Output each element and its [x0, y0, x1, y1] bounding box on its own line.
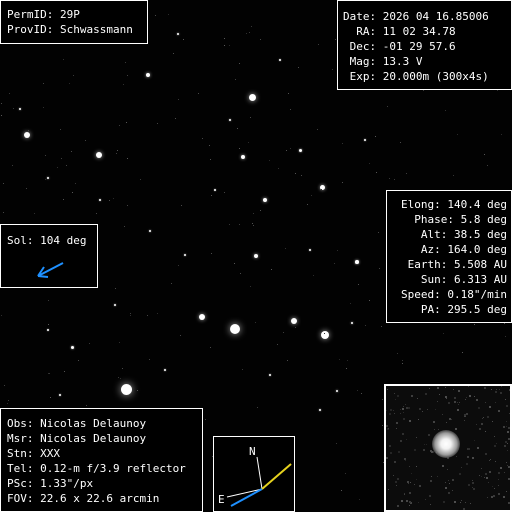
star	[290, 317, 298, 325]
star	[113, 303, 117, 307]
observer-panel: Obs: Nicolas Delaunoy Msr: Nicolas Delau…	[0, 408, 203, 512]
comet-nucleus	[432, 430, 460, 458]
fov-text: FOV: 22.6 x 22.6 arcmin	[7, 492, 160, 505]
speed-text: Speed: 0.18"/min	[401, 288, 507, 301]
phase-text: Phase: 5.8 deg	[414, 213, 507, 226]
comet-image-field: PermID: 29P ProvID: Schwassmann Date: 20…	[0, 0, 512, 512]
alt-text: Alt: 38.5 deg	[420, 228, 507, 241]
az-text: Az: 164.0 deg	[420, 243, 507, 256]
star	[199, 314, 205, 320]
position-angle-text: PA: 295.5 deg	[420, 303, 507, 316]
earth-distance-text: Earth: 5.508 AU	[407, 258, 507, 271]
star	[318, 408, 322, 412]
measurer-text: Msr: Nicolas Delaunoy	[7, 432, 147, 445]
compass-rose-icon: N E	[218, 445, 292, 507]
star	[240, 154, 246, 160]
pixel-scale-text: PSc: 1.33"/px	[7, 477, 94, 490]
sol-panel: Sol: 104 deg	[0, 224, 98, 288]
exposure-text: Exp: 20.000m (300x4s)	[343, 70, 489, 83]
telescope-text: Tel: 0.12-m f/3.9 reflector	[7, 462, 186, 475]
star	[335, 389, 339, 393]
star	[321, 331, 329, 339]
north-label: N	[249, 445, 256, 458]
sol-text: Sol: 104 deg	[7, 234, 87, 247]
star	[58, 393, 62, 397]
star	[308, 248, 312, 252]
star	[253, 253, 259, 259]
star	[350, 321, 354, 325]
star	[70, 345, 74, 349]
sun-direction-line	[230, 488, 263, 507]
geometry-panel: Elong: 140.4 deg Phase: 5.8 deg Alt: 38.…	[386, 190, 512, 323]
observer-text: Obs: Nicolas Delaunoy	[7, 417, 147, 430]
station-text: Stn: XXX	[7, 447, 60, 460]
star	[279, 59, 281, 61]
star	[230, 324, 240, 334]
star	[120, 383, 132, 395]
observation-panel: Date: 2026 04 16.85006 RA: 11 02 34.78 D…	[337, 0, 512, 90]
star	[96, 152, 102, 158]
provid-text: ProvID: Schwassmann	[7, 23, 133, 36]
star	[248, 93, 256, 101]
sun-direction-arrow-icon	[37, 262, 64, 278]
permid-text: PermID: 29P	[7, 8, 80, 21]
star	[298, 148, 302, 152]
star	[163, 368, 167, 372]
dec-text: Dec: -01 29 57.6	[343, 40, 456, 53]
star	[176, 32, 180, 36]
star	[23, 131, 31, 139]
star	[46, 176, 50, 180]
object-id-panel: PermID: 29P ProvID: Schwassmann	[0, 0, 148, 44]
ra-text: RA: 11 02 34.78	[343, 25, 456, 38]
east-label: E	[218, 493, 225, 506]
compass-panel: N E	[213, 436, 295, 512]
date-text: Date: 2026 04 16.85006	[343, 10, 489, 23]
star	[47, 329, 49, 331]
motion-direction-line	[261, 463, 292, 490]
star	[363, 138, 367, 142]
elong-text: Elong: 140.4 deg	[401, 198, 507, 211]
star	[228, 118, 232, 122]
star	[263, 198, 267, 202]
star	[268, 373, 272, 377]
star	[214, 189, 216, 191]
star	[98, 198, 102, 202]
mag-text: Mag: 13.3 V	[343, 55, 423, 68]
star	[183, 253, 187, 257]
star	[18, 107, 22, 111]
star	[355, 260, 359, 264]
north-pointer-line	[256, 456, 263, 490]
comet-zoom-inset	[384, 384, 512, 512]
star	[146, 73, 150, 77]
sun-distance-text: Sun: 6.313 AU	[420, 273, 507, 286]
star	[148, 229, 152, 233]
